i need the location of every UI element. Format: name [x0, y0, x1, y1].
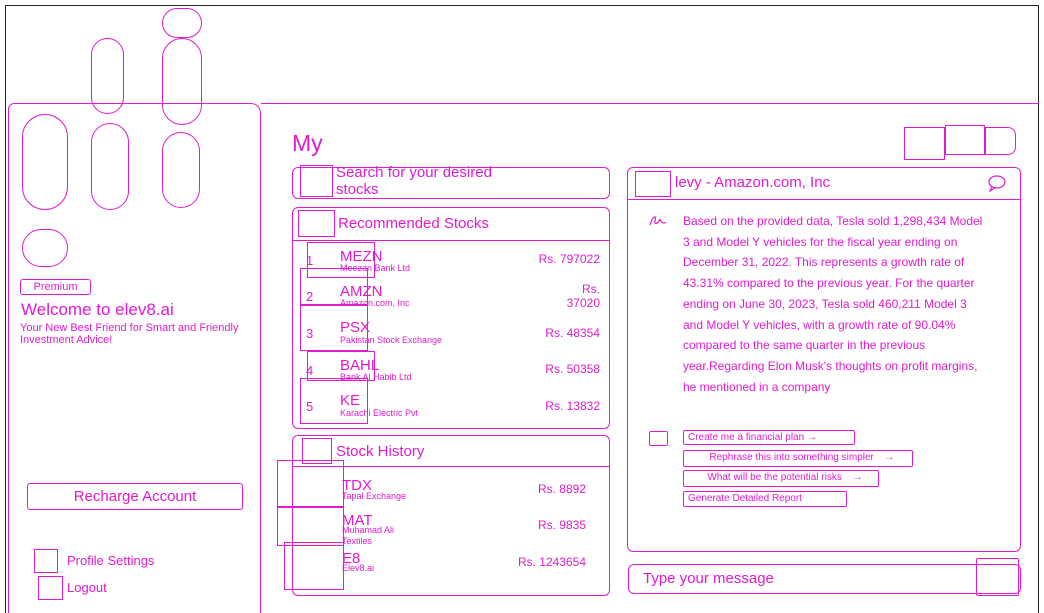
row-number: 5 — [306, 399, 314, 414]
suggestion-label: Rephrase this into something simpler — [709, 452, 874, 463]
arrow-icon: → — [884, 452, 895, 463]
chat-title: levy - Amazon.com, Inc — [675, 174, 831, 191]
ticker[interactable]: BAHL — [340, 358, 379, 373]
stock-price: Rs. 9835 — [537, 518, 586, 532]
ticker[interactable]: MEZN — [340, 249, 383, 264]
stock-thumb — [277, 460, 344, 508]
profile-icon[interactable] — [34, 549, 58, 573]
toolbar-icon[interactable] — [904, 127, 945, 160]
row-number: 4 — [306, 363, 314, 378]
attach-icon[interactable] — [649, 431, 668, 446]
stock-thumb — [284, 542, 344, 590]
company-name: Karachi Electric Pvt — [340, 408, 419, 418]
stock-thumb — [277, 506, 344, 546]
company-name: Bank Al Habib Ltd — [340, 372, 412, 382]
row-number: 1 — [306, 253, 314, 268]
stock-price: Rs. 8892 — [537, 482, 586, 496]
send-button[interactable] — [976, 558, 1019, 596]
message-input[interactable]: Type your message — [628, 564, 1021, 594]
header-divider — [261, 103, 1039, 104]
search-input[interactable]: Search for your desired stocks — [336, 164, 531, 198]
suggestion-financial-plan[interactable]: Create me a financial plan → — [683, 430, 855, 445]
suggestion-label: Create me a financial plan — [688, 432, 805, 443]
assistant-icon — [649, 216, 667, 226]
search-icon — [300, 165, 333, 197]
ticker[interactable]: PSX — [340, 320, 370, 335]
ticker[interactable]: AMZN — [340, 284, 383, 299]
premium-badge: Premium — [20, 279, 91, 295]
stock-price: Rs. 50358 — [545, 362, 600, 376]
toolbar-icon[interactable] — [985, 127, 1016, 155]
suggestion-risks[interactable]: What will be the potential risks → — [683, 470, 879, 487]
suggestion-label: What will be the potential risks — [707, 472, 842, 483]
recommended-header: Recommended Stocks — [338, 215, 489, 232]
history-header: Stock History — [336, 443, 425, 460]
arrow-icon: → — [806, 432, 817, 443]
logout-icon[interactable] — [38, 576, 63, 600]
assistant-message: Based on the provided data, Tesla sold 1… — [683, 214, 983, 394]
toolbar-icon[interactable] — [945, 125, 985, 155]
recommended-icon — [298, 210, 335, 237]
arrow-icon: → — [852, 472, 863, 483]
company-name: Tapal Exchange — [342, 491, 407, 501]
suggestion-detailed-report[interactable]: Generate Detailed Report — [683, 491, 847, 507]
chat-header-divider — [627, 199, 1021, 200]
company-name: Meezan Bank Ltd — [340, 263, 411, 273]
welcome-heading: Welcome to elev8.ai — [21, 300, 174, 319]
recommended-divider — [292, 240, 610, 241]
company-name: Pakistan Stock Exchange — [340, 335, 443, 345]
stock-price: Rs. 797022 — [538, 252, 600, 266]
tagline: Your New Best Friend for Smart and Frien… — [20, 322, 239, 346]
sidebar — [8, 103, 261, 613]
stock-price: Rs. 13832 — [545, 399, 600, 413]
chat-bubble-icon[interactable] — [987, 174, 1007, 192]
ticker[interactable]: KE — [340, 393, 360, 408]
assistant-avatar — [635, 171, 671, 197]
page-title: My — [292, 130, 323, 156]
stock-price: Rs. 37020 — [566, 282, 600, 310]
row-number: 3 — [306, 326, 314, 341]
profile-settings-link[interactable]: Profile Settings — [67, 553, 154, 568]
stock-price: Rs. 1243654 — [517, 555, 586, 569]
company-name: Elev8.ai — [342, 563, 375, 573]
recharge-account-button[interactable]: Recharge Account — [27, 483, 243, 510]
stock-price: Rs. 48354 — [545, 326, 600, 340]
decor-pill — [162, 8, 202, 38]
company-name: Muhamad Ali Textiles — [342, 525, 395, 546]
row-number: 2 — [306, 289, 314, 304]
company-name: Amazon.com, Inc — [340, 298, 410, 308]
logout-link[interactable]: Logout — [67, 580, 107, 595]
suggestion-rephrase[interactable]: Rephrase this into something simpler → — [683, 450, 913, 467]
